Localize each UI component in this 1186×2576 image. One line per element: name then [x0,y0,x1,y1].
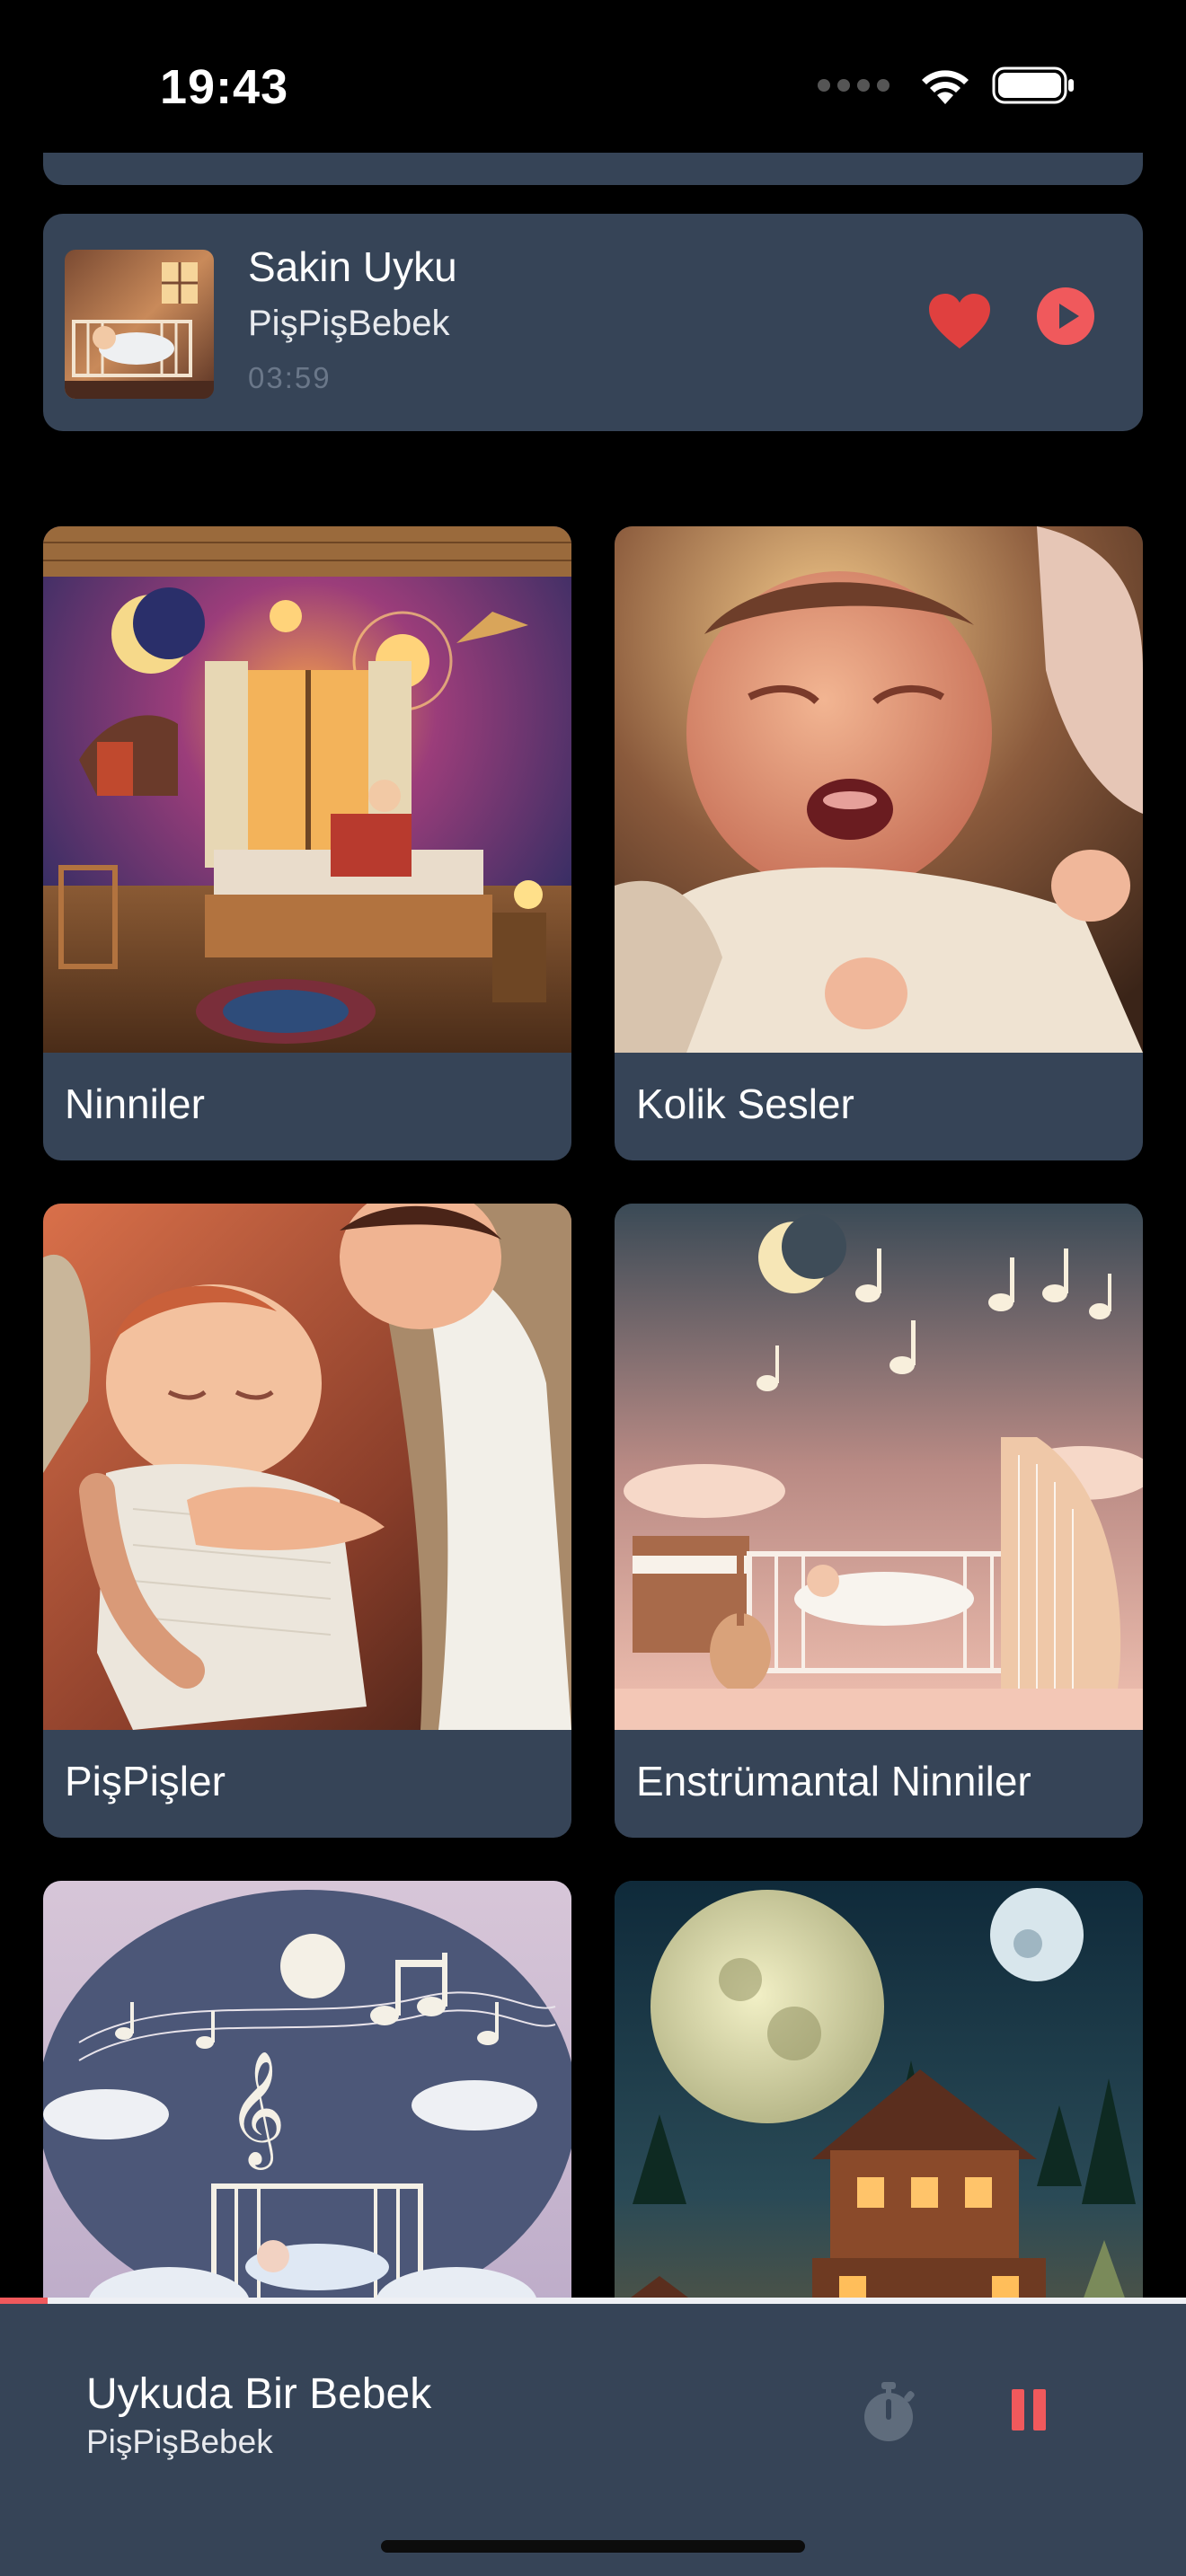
lullaby-room-night-image [43,526,571,1053]
stopwatch-icon[interactable] [859,2380,918,2443]
mother-soothing-baby-image [43,1204,571,1730]
instruments-music-notes-image [615,1204,1143,1730]
progress-fill [0,2298,48,2304]
status-time: 19:43 [160,60,289,114]
category-card-kolik-sesler[interactable]: Kolik Sesler [615,526,1143,1160]
battery-icon [992,66,1074,104]
signal-dots-icon [818,79,890,92]
pause-icon[interactable] [1008,2389,1049,2430]
heart-icon[interactable] [927,293,992,350]
status-icons [818,65,1076,106]
wifi-icon [922,70,969,104]
play-circle-icon[interactable] [1037,287,1094,345]
category-label: Ninniler [65,1081,205,1127]
home-indicator[interactable] [381,2540,805,2553]
category-label: PişPişler [65,1758,226,1804]
now-playing-artist: PişPişBebek [86,2423,273,2460]
track-card[interactable]: Sakin Uyku PişPişBebek 03:59 [43,214,1143,431]
crying-baby-image [615,526,1143,1053]
category-label: Enstrümantal Ninniler [636,1758,1031,1804]
category-label: Kolik Sesler [636,1081,854,1127]
track-duration: 03:59 [248,361,332,394]
category-card-pispisler[interactable]: PişPişler [43,1204,571,1838]
previous-track-card[interactable] [43,153,1143,185]
svg-text:𝄞: 𝄞 [227,2050,286,2170]
track-artist: PişPişBebek [248,304,450,343]
category-card-ninniler[interactable]: Ninniler [43,526,571,1160]
now-playing-title: Uykuda Bir Bebek [86,2370,432,2418]
status-bar: 19:43 [0,0,1186,162]
track-title: Sakin Uyku [248,243,457,290]
progress-bar[interactable] [0,2298,1186,2304]
mini-player[interactable]: Uykuda Bir Bebek PişPişBebek [0,2298,1186,2576]
category-card-enstrumantal-ninniler[interactable]: Enstrümantal Ninniler [615,1204,1143,1838]
track-thumbnail [65,250,214,399]
